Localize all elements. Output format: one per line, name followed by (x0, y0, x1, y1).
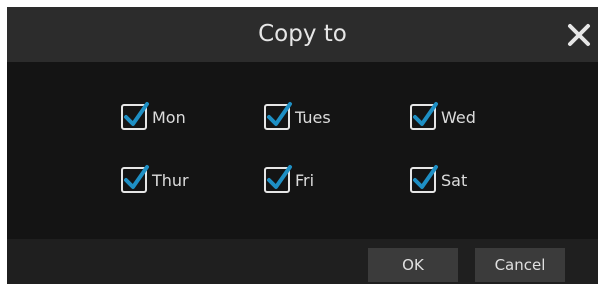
checkmark-icon (124, 102, 149, 126)
dialog-titlebar: Copy to (7, 7, 598, 62)
dialog-title: Copy to (258, 21, 347, 47)
cancel-button[interactable]: Cancel (475, 248, 565, 282)
copy-to-dialog: Copy to Mon Tues Wed Thur Fri Sat OK Can… (7, 7, 598, 284)
checkmark-icon (267, 165, 292, 189)
day-option-sat[interactable]: Sat (410, 165, 467, 195)
day-option-mon[interactable]: Mon (121, 102, 186, 132)
checkmark-icon (124, 165, 149, 189)
day-option-fri[interactable]: Fri (264, 165, 314, 195)
dialog-footer: OK Cancel (7, 239, 598, 284)
checkmark-icon (413, 102, 438, 126)
day-label-fri: Fri (295, 170, 315, 190)
ok-button[interactable]: OK (368, 248, 458, 282)
day-option-tues[interactable]: Tues (264, 102, 331, 132)
day-selection-area: Mon Tues Wed Thur Fri Sat (7, 62, 598, 239)
checkbox-mon[interactable] (121, 102, 149, 130)
day-label-thur: Thur (152, 170, 189, 190)
checkmark-icon (267, 102, 292, 126)
day-label-mon: Mon (152, 107, 186, 127)
checkbox-sat[interactable] (410, 165, 438, 193)
checkbox-wed[interactable] (410, 102, 438, 130)
close-button[interactable] (564, 20, 594, 50)
close-icon (568, 24, 590, 46)
day-option-thur[interactable]: Thur (121, 165, 189, 195)
checkbox-tues[interactable] (264, 102, 292, 130)
day-label-tues: Tues (295, 107, 331, 127)
checkbox-fri[interactable] (264, 165, 292, 193)
day-option-wed[interactable]: Wed (410, 102, 476, 132)
checkbox-thur[interactable] (121, 165, 149, 193)
checkmark-icon (413, 165, 438, 189)
day-label-sat: Sat (441, 170, 468, 190)
day-label-wed: Wed (441, 107, 476, 127)
